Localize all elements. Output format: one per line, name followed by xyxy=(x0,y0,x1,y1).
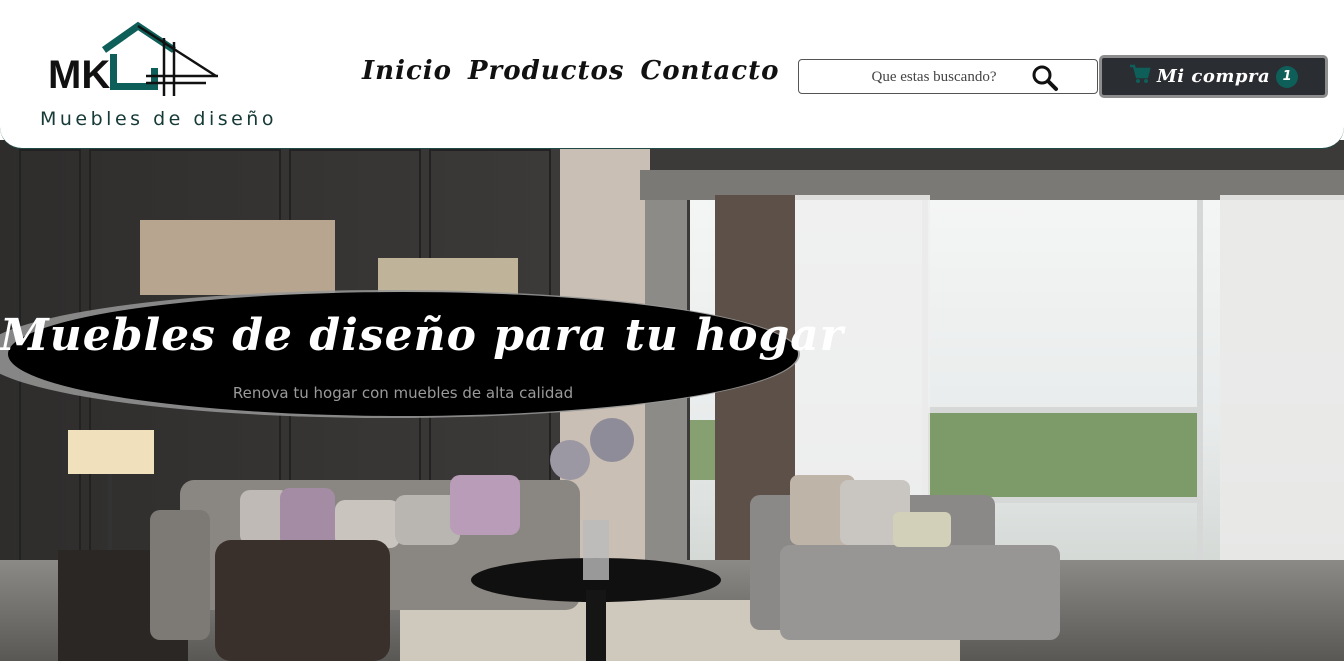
search-box xyxy=(798,59,1098,94)
cart-count-badge: 1 xyxy=(1276,65,1299,88)
cart-label: Mi compra xyxy=(1156,66,1271,87)
search-icon[interactable] xyxy=(1031,64,1059,97)
search-input[interactable] xyxy=(829,67,1039,87)
hero-section: Muebles de diseño para tu hogar Renova t… xyxy=(0,140,1344,661)
brand-tagline: Muebles de diseño xyxy=(40,108,277,130)
cart-button[interactable]: Mi compra 1 xyxy=(1099,55,1328,98)
nav-item-productos[interactable]: Productos xyxy=(468,56,625,86)
nav-item-contacto[interactable]: Contacto xyxy=(641,56,780,86)
cart-icon xyxy=(1129,64,1151,89)
hero-banner: Muebles de diseño para tu hogar Renova t… xyxy=(0,284,844,434)
hero-subtitle: Renova tu hogar con muebles de alta cali… xyxy=(232,384,574,402)
brand-logo[interactable]: MK Muebles de diseño xyxy=(36,20,273,135)
nav-item-inicio[interactable]: Inicio xyxy=(362,56,452,86)
logo-text: MK xyxy=(48,53,110,97)
logo-house-icon: MK xyxy=(48,21,218,97)
main-nav: Inicio Productos Contacto xyxy=(362,56,779,86)
hero-title: Muebles de diseño para tu hogar xyxy=(0,310,844,361)
site-header: MK Muebles de diseño Inicio Productos Co… xyxy=(0,0,1344,149)
